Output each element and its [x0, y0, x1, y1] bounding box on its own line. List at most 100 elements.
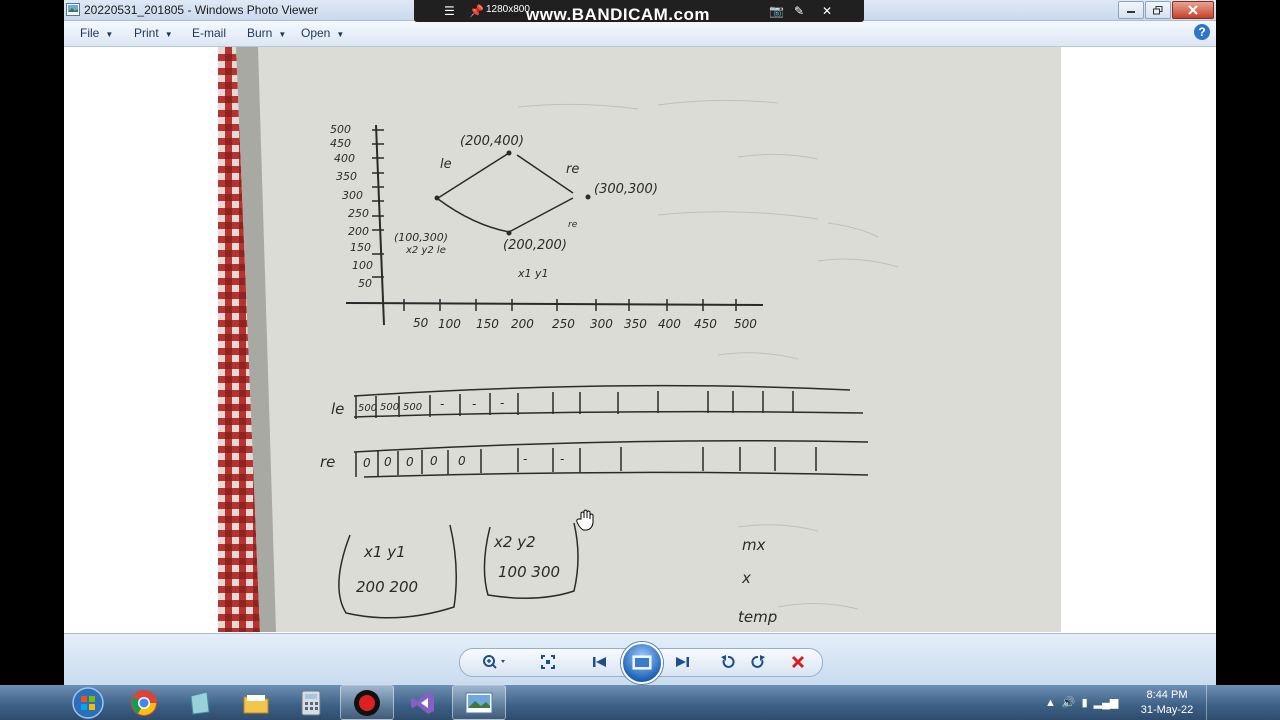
zoom-button[interactable]	[480, 653, 510, 671]
bottom-subscript-label: x1 y1	[517, 267, 549, 280]
minimize-button[interactable]	[1118, 1, 1144, 19]
delete-icon	[791, 655, 805, 669]
taskbar-photo-viewer[interactable]	[452, 685, 506, 720]
menu-email-label: E-mail	[192, 26, 227, 40]
clock-time: 8:44 PM	[1146, 689, 1188, 701]
y-tick-label: 500	[330, 123, 351, 136]
x-tick-label: 300	[590, 317, 613, 331]
playback-toolbar	[64, 633, 1216, 685]
right-point-label: (300,300)	[594, 182, 658, 197]
rotate-right-icon	[751, 655, 765, 668]
next-button[interactable]	[670, 653, 694, 671]
re-cell: 0	[384, 455, 392, 469]
chrome-icon	[131, 689, 157, 716]
x-tick-label: 100	[438, 317, 461, 331]
taskbar-chrome[interactable]	[117, 685, 171, 720]
network-icon[interactable]: ▂▄▆	[1094, 696, 1119, 709]
help-icon[interactable]: ?	[1194, 24, 1210, 40]
restore-icon	[1153, 5, 1163, 14]
rotate-counterclockwise-button[interactable]	[718, 653, 738, 671]
chevron-down-icon: ▼	[105, 30, 114, 39]
re-cell: -	[560, 452, 564, 466]
menu-open[interactable]: Open ▼	[301, 26, 344, 40]
taskbar: ▲ 🔊 ▮ ▂▄▆ 8:44 PM 31-May-22	[0, 685, 1280, 720]
chevron-down-icon: ▼	[336, 30, 345, 39]
y-tick-label: 400	[334, 152, 355, 165]
x-tick-label: 350	[624, 317, 647, 331]
paper-sheet	[236, 47, 1061, 632]
x-tick-label: 150	[476, 317, 499, 331]
left-black-bar	[0, 0, 64, 720]
close-button[interactable]	[1172, 1, 1214, 19]
photo-drawing: 500 450 400 350 300 250 200 150 100 50 5…	[218, 47, 1061, 632]
taskbar-notes-app[interactable]	[173, 685, 227, 720]
box1-head: x1 y1	[363, 543, 406, 561]
x-tick-label: 450	[694, 317, 717, 331]
start-button[interactable]	[70, 685, 106, 720]
left-point-label: (100,300)	[394, 231, 448, 244]
x-tick-label: 50	[413, 316, 429, 330]
previous-button[interactable]	[588, 653, 612, 671]
volume-icon[interactable]: 🔊	[1062, 696, 1076, 709]
close-icon[interactable]: ✕	[822, 4, 832, 18]
photo-viewer-window: 20220531_201805 - Windows Photo Viewer F…	[64, 0, 1216, 685]
x-tick-label: 500	[734, 317, 757, 331]
menu-icon[interactable]: ☰	[444, 4, 455, 18]
chevron-down-icon: ▼	[278, 30, 287, 39]
re-cell: 0	[406, 455, 414, 469]
minimize-icon	[1127, 11, 1135, 13]
show-desktop-button[interactable]	[1206, 685, 1217, 720]
taskbar-bandicam[interactable]	[340, 685, 394, 720]
re-cell: -	[523, 452, 527, 466]
notes-app-icon	[190, 690, 210, 715]
slideshow-button[interactable]	[621, 642, 663, 684]
actual-size-button[interactable]	[538, 653, 558, 671]
y-tick-label: 50	[358, 277, 372, 290]
taskbar-clock[interactable]: 8:44 PM 31-May-22	[1136, 688, 1198, 718]
menu-print[interactable]: Print ▼	[134, 26, 173, 40]
close-icon	[1188, 5, 1198, 15]
system-tray: ▲ 🔊 ▮ ▂▄▆	[1045, 685, 1118, 720]
bandicam-logo: www.BANDICAM.com	[526, 5, 710, 24]
le-cell: 500	[380, 402, 399, 413]
x-tick-label: 200	[511, 317, 534, 331]
top-point-label: (200,400)	[460, 134, 524, 149]
menu-file[interactable]: File ▼	[80, 26, 113, 40]
box1-values: 200 200	[356, 578, 418, 596]
y-tick-label: 150	[350, 241, 371, 254]
image-viewport: 500 450 400 350 300 250 200 150 100 50 5…	[64, 47, 1216, 632]
menu-email[interactable]: E-mail	[192, 26, 226, 40]
re-cell: 0	[458, 454, 466, 468]
rotate-clockwise-button[interactable]	[748, 653, 768, 671]
show-hidden-icons[interactable]: ▲	[1045, 697, 1056, 709]
record-icon	[354, 689, 380, 716]
box2-head: x2 y2	[493, 533, 536, 551]
restore-button[interactable]	[1145, 1, 1171, 19]
recording-resolution: 1280x800	[486, 4, 530, 15]
re-array-label: re	[320, 453, 335, 471]
le-cell: -	[472, 397, 476, 411]
bottom-point-label: (200,200)	[503, 238, 567, 253]
menu-burn[interactable]: Burn ▼	[247, 26, 286, 40]
camera-icon[interactable]: 📷	[769, 4, 784, 18]
left-subscript-label: x2 y2 le	[405, 245, 446, 256]
y-tick-label: 250	[348, 207, 369, 220]
zoom-icon	[483, 655, 505, 669]
y-tick-label: 450	[330, 137, 351, 150]
taskbar-file-explorer[interactable]	[229, 685, 283, 720]
x-tick-label: 400	[658, 317, 681, 331]
rotate-left-icon	[721, 655, 735, 668]
menu-burn-label: Burn	[247, 26, 273, 40]
taskbar-calculator[interactable]	[284, 685, 338, 720]
photo-viewer-icon	[66, 3, 80, 16]
actual-size-icon	[541, 655, 555, 669]
pin-icon[interactable]: 📌	[469, 4, 484, 18]
menu-open-label: Open	[301, 26, 331, 40]
pencil-icon[interactable]: ✎	[794, 4, 804, 18]
taskbar-visual-studio[interactable]	[396, 685, 450, 720]
note-temp: temp	[738, 608, 777, 626]
battery-icon[interactable]: ▮	[1082, 696, 1088, 709]
note-mx: mx	[742, 536, 766, 554]
delete-button[interactable]	[788, 653, 808, 671]
y-tick-label: 100	[352, 259, 373, 272]
